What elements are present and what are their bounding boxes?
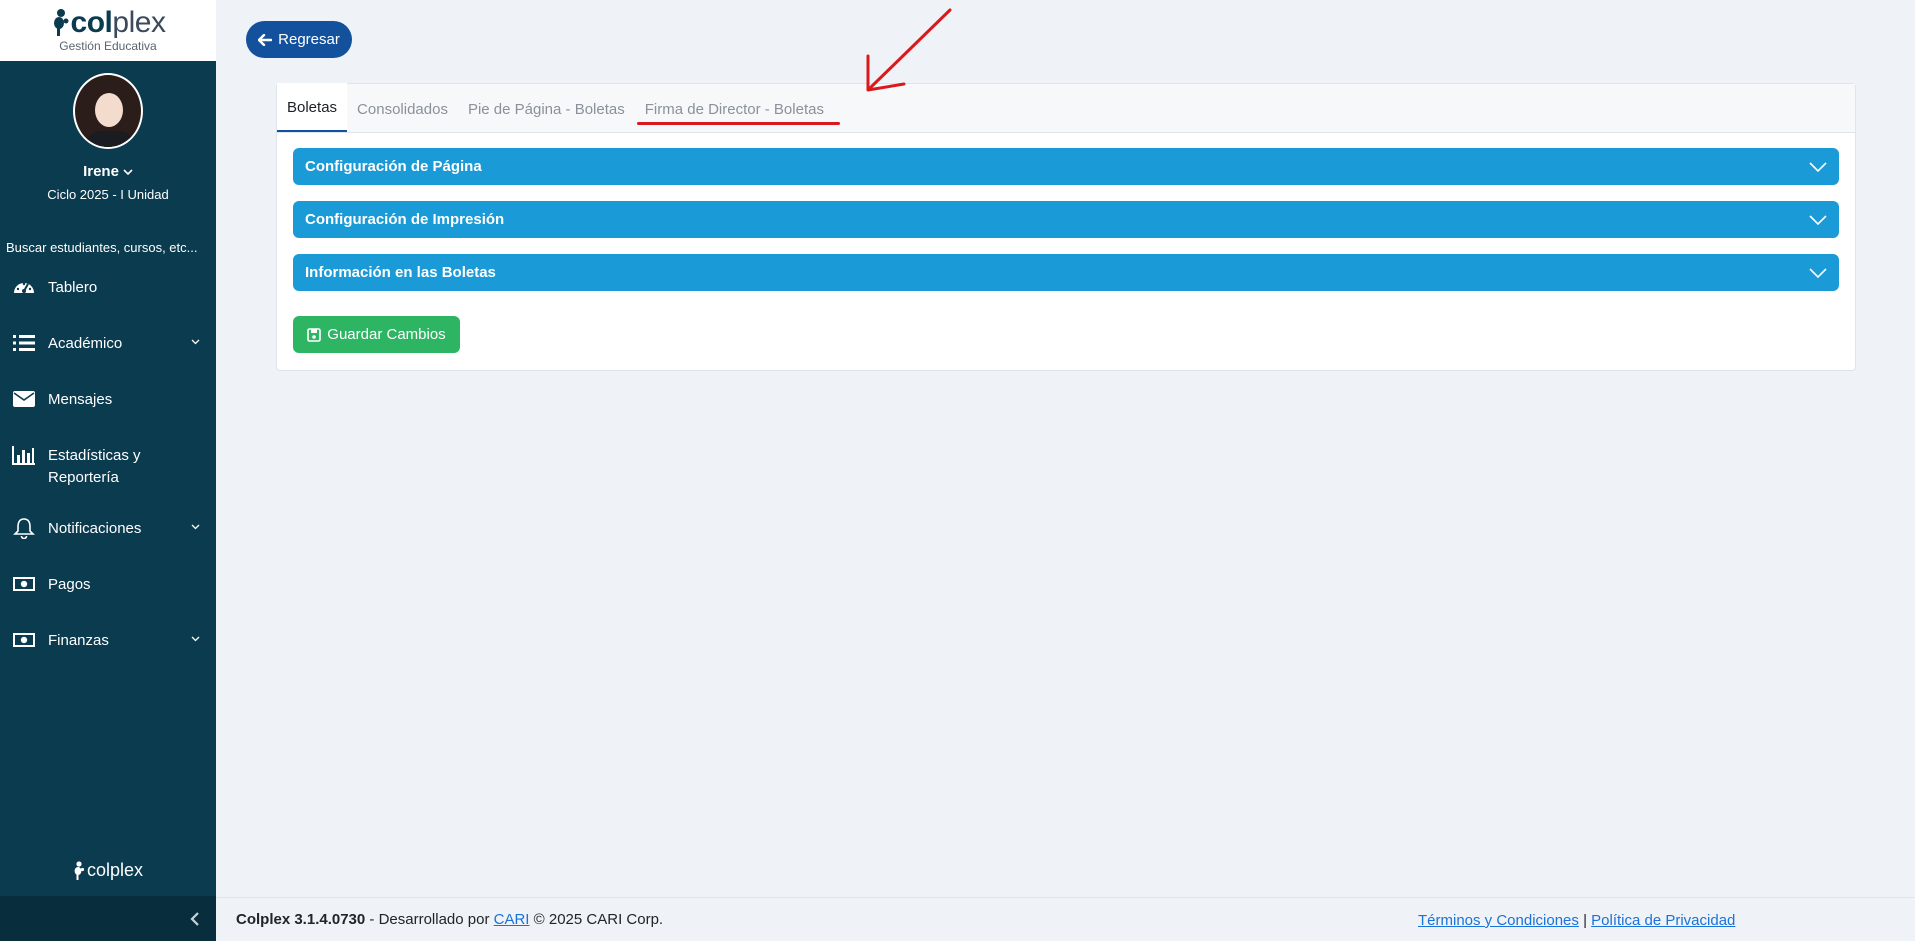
- save-button[interactable]: Guardar Cambios: [293, 316, 460, 353]
- legal-links: Términos y Condiciones | Política de Pri…: [1418, 912, 1735, 929]
- sidebar-item-label: Notificaciones: [48, 520, 142, 537]
- accordion-informacion[interactable]: Información en las Boletas: [293, 254, 1839, 291]
- sidebar-item-label: Pagos: [48, 576, 91, 593]
- back-button-label: Regresar: [278, 31, 340, 48]
- terms-link[interactable]: Términos y Condiciones: [1418, 912, 1579, 929]
- sidebar-item-label: Estadísticas y Reportería: [48, 447, 141, 486]
- chevron-down-icon: [191, 636, 200, 642]
- chevron-down-icon: [1809, 161, 1827, 172]
- brand-logo[interactable]: colplex Gestión Educativa: [0, 0, 216, 61]
- cari-link[interactable]: CARI: [494, 911, 530, 928]
- chevron-down-icon: [191, 524, 200, 530]
- annotation-arrow-icon: [866, 8, 952, 92]
- report-config-card: Boletas Consolidados Pie de Página - Bol…: [276, 83, 1856, 371]
- privacy-link[interactable]: Política de Privacidad: [1591, 912, 1735, 929]
- save-button-label: Guardar Cambios: [327, 326, 446, 343]
- search-input[interactable]: Buscar estudiantes, cursos, etc...: [0, 240, 216, 255]
- money-icon: [12, 630, 36, 650]
- footer-logo: colplex: [0, 860, 216, 881]
- sidebar-item-notificaciones[interactable]: Notificaciones: [0, 518, 216, 540]
- footer-logo-text: colplex: [86, 860, 144, 880]
- sidebar-item-academico[interactable]: Académico: [0, 333, 216, 355]
- sidebar-item-label: Finanzas: [48, 632, 109, 649]
- accordion-pagina[interactable]: Configuración de Página: [293, 148, 1839, 185]
- chevron-left-icon: [190, 911, 199, 926]
- back-button[interactable]: Regresar: [246, 21, 352, 58]
- envelope-icon: [12, 389, 36, 409]
- logo-accent-text: plex: [112, 6, 166, 39]
- sidebar-item-estadisticas[interactable]: Estadísticas y Reportería: [0, 445, 216, 489]
- floppy-disk-icon: [307, 327, 322, 342]
- sidebar: colplex Gestión Educativa Irene Ciclo 20…: [0, 0, 216, 941]
- app-version: Colplex 3.1.4.0730: [236, 911, 366, 928]
- avatar[interactable]: [73, 73, 143, 149]
- money-icon: [12, 574, 36, 594]
- colplex-logo-icon: [53, 9, 69, 36]
- tab-bar: Boletas Consolidados Pie de Página - Bol…: [277, 83, 1855, 133]
- sidebar-item-tablero[interactable]: Tablero: [0, 277, 216, 299]
- sidebar-item-mensajes[interactable]: Mensajes: [0, 389, 216, 411]
- sidebar-item-label: Tablero: [48, 279, 98, 296]
- logo-subtitle: Gestión Educativa: [59, 39, 157, 53]
- user-name: Irene: [83, 163, 119, 180]
- bell-icon: [12, 518, 36, 539]
- sidebar-item-pagos[interactable]: Pagos: [0, 574, 216, 596]
- accordion-impresion[interactable]: Configuración de Impresión: [293, 201, 1839, 238]
- accordion-title: Configuración de Impresión: [305, 211, 505, 228]
- copyright-text: © 2025 CARI Corp.: [529, 911, 664, 928]
- dashboard-icon: [12, 277, 36, 297]
- school-cycle: Ciclo 2025 - I Unidad: [47, 187, 169, 202]
- arrow-left-icon: [258, 33, 273, 46]
- config-accordion: Configuración de Página Configuración de…: [293, 148, 1839, 291]
- tab-boletas[interactable]: Boletas: [277, 83, 348, 132]
- legal-separator: |: [1578, 912, 1592, 929]
- sidebar-item-label: Académico: [48, 335, 123, 352]
- colplex-logo-icon: [74, 860, 85, 880]
- sidebar-collapse-button[interactable]: [0, 896, 216, 941]
- chevron-down-icon: [191, 339, 200, 345]
- sidebar-item-finanzas[interactable]: Finanzas: [0, 630, 216, 652]
- accordion-title: Información en las Boletas: [305, 264, 496, 281]
- chevron-down-icon: [1809, 267, 1827, 278]
- accordion-title: Configuración de Página: [305, 158, 482, 175]
- sidebar-menu: Tablero Académico Mensajes Estadísticas …: [0, 277, 216, 652]
- chevron-down-icon: [123, 168, 133, 175]
- developed-by-text: - Desarrollado por: [365, 911, 494, 928]
- list-icon: [12, 333, 36, 353]
- tab-pie-de-pagina[interactable]: Pie de Página - Boletas: [458, 83, 635, 132]
- user-menu-toggle[interactable]: Irene: [0, 163, 216, 180]
- bar-chart-icon: [12, 445, 36, 465]
- tab-consolidados[interactable]: Consolidados: [347, 83, 458, 132]
- tab-firma-director[interactable]: Firma de Director - Boletas: [635, 83, 841, 132]
- logo-main-text: col: [70, 6, 113, 39]
- chevron-down-icon: [1809, 214, 1827, 225]
- page-footer: Colplex 3.1.4.0730 - Desarrollado por CA…: [216, 897, 1915, 941]
- sidebar-item-label: Mensajes: [48, 391, 113, 408]
